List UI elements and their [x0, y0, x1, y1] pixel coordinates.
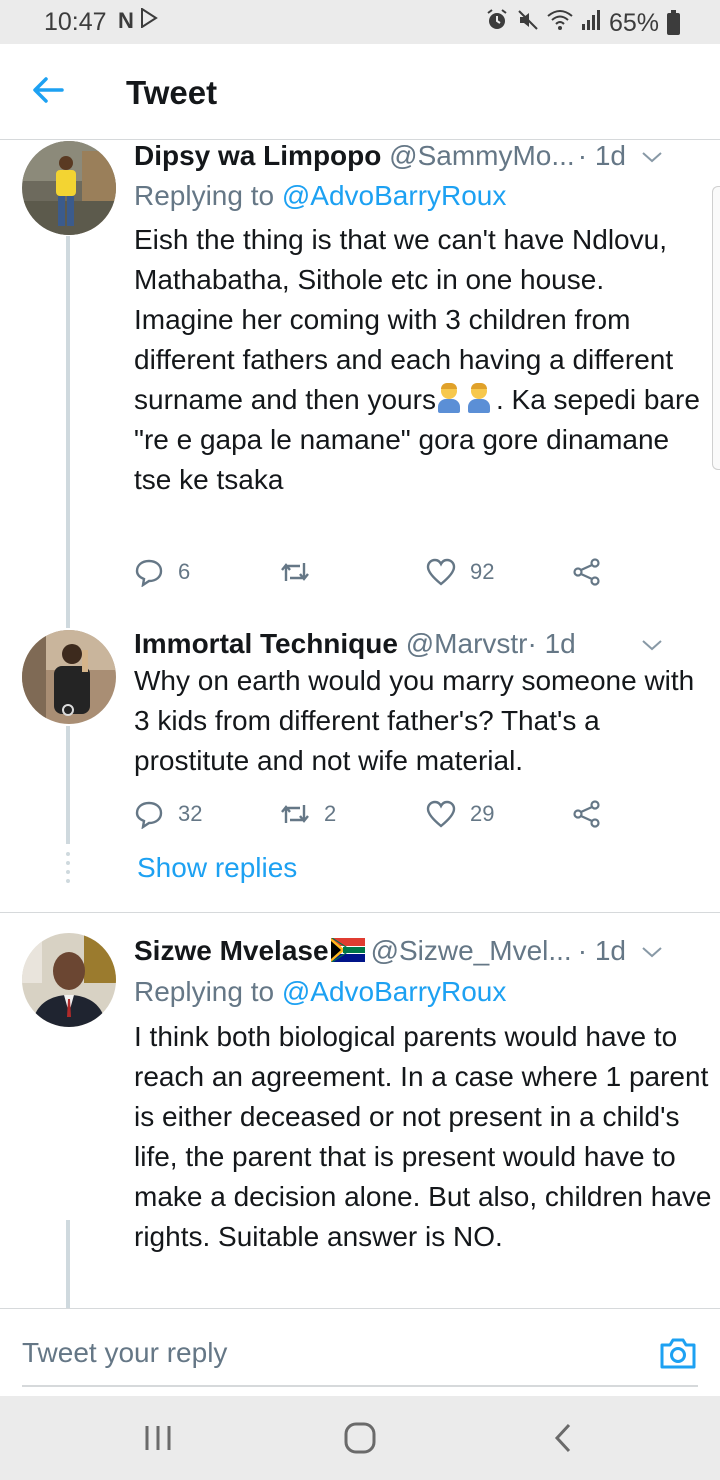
retweet-button[interactable] [280, 552, 324, 592]
battery-icon [667, 9, 680, 35]
divider [0, 912, 720, 913]
top-header: Tweet [0, 44, 720, 140]
man-shrugging-emoji [466, 383, 492, 413]
chevron-down-icon[interactable] [640, 144, 664, 168]
tweet-header: Immortal Technique @Marvstr· 1d [134, 628, 690, 662]
reply-count: 6 [178, 559, 191, 584]
system-nav-bar [0, 1396, 720, 1480]
arrow-left-icon[interactable] [28, 70, 68, 110]
show-replies-link[interactable]: Show replies [137, 852, 297, 884]
user-handle[interactable]: @SammyMo... [389, 140, 575, 171]
user-handle[interactable]: @Sizwe_Mvel... [371, 935, 572, 966]
reply-icon [135, 801, 163, 829]
netflix-n-icon: N [118, 8, 134, 33]
chevron-down-icon[interactable] [640, 632, 664, 656]
reply-input[interactable] [22, 1327, 642, 1379]
tweet-time: · 1d [577, 935, 626, 966]
chevron-down-icon[interactable] [640, 939, 664, 963]
share-button[interactable] [572, 552, 602, 592]
play-store-icon [140, 7, 158, 34]
reply-icon [135, 559, 163, 587]
like-button[interactable]: 92 [426, 552, 494, 592]
scrollbar[interactable] [712, 186, 720, 470]
like-count: 92 [470, 559, 495, 584]
thread-line [66, 236, 70, 628]
share-button[interactable] [572, 794, 602, 834]
replying-prefix: Replying to [134, 976, 282, 1007]
tweet-text: I think both biological parents would ha… [134, 1021, 712, 1252]
thread-line [66, 726, 70, 844]
tweet-time: · 1d [527, 628, 576, 659]
heart-icon [426, 800, 456, 828]
tweet-header: Dipsy wa Limpopo @SammyMo... · 1d [134, 140, 690, 174]
display-name[interactable]: Dipsy wa Limpopo [134, 140, 381, 171]
retweet-icon [281, 563, 309, 581]
alarm-icon [485, 8, 509, 39]
man-shrugging-emoji [436, 383, 462, 413]
mention-link[interactable]: @AdvoBarryRoux [282, 976, 507, 1007]
like-count: 29 [470, 801, 495, 826]
display-name[interactable]: Sizwe Mvelase [134, 935, 329, 966]
avatar[interactable] [22, 141, 116, 235]
reply-composer [0, 1308, 720, 1396]
input-underline [22, 1385, 698, 1387]
camera-icon[interactable] [658, 1333, 698, 1373]
replying-to: Replying to @AdvoBarryRoux [134, 180, 506, 212]
thread-line [66, 1220, 70, 1308]
avatar[interactable] [22, 933, 116, 1027]
tweet-text: Why on earth would you marry someone wit… [134, 665, 695, 776]
like-button[interactable]: 29 [426, 794, 494, 834]
home-icon[interactable] [342, 1420, 378, 1456]
share-icon [573, 558, 600, 586]
tweet-text: Eish the thing is that we can't have Ndl… [134, 220, 704, 500]
reply-count: 32 [178, 801, 203, 826]
tweet-actions: 6 92 [134, 552, 614, 592]
replying-prefix: Replying to [134, 180, 282, 211]
replying-to: Replying to @AdvoBarryRoux [134, 976, 506, 1008]
tweet-feed[interactable]: Dipsy wa Limpopo @SammyMo... · 1d Replyi… [0, 140, 720, 1308]
wifi-icon [547, 9, 573, 38]
signal-icon [581, 9, 601, 38]
reply-button[interactable]: 6 [134, 552, 190, 592]
reply-button[interactable]: 32 [134, 794, 202, 834]
back-icon[interactable] [546, 1420, 582, 1456]
tweet-actions: 32 2 29 [134, 794, 614, 834]
page-title: Tweet [126, 74, 218, 111]
status-bar: 10:47 N 65% [0, 0, 720, 44]
tweet-time: · 1d [577, 140, 626, 171]
display-name[interactable]: Immortal Technique [134, 628, 398, 659]
mute-icon [517, 9, 539, 38]
mention-link[interactable]: @AdvoBarryRoux [282, 180, 507, 211]
thread-dots [66, 852, 70, 888]
retweet-count: 2 [324, 801, 337, 826]
recent-apps-icon[interactable] [140, 1420, 176, 1456]
avatar[interactable] [22, 630, 116, 724]
heart-icon [426, 558, 456, 586]
share-icon [573, 800, 600, 828]
retweet-button[interactable]: 2 [280, 794, 336, 834]
battery-percent: 65% [608, 9, 659, 37]
tweet-header: Sizwe Mvelase @Sizwe_Mvel... · 1d [134, 935, 690, 969]
south-africa-flag-emoji [330, 937, 365, 969]
retweet-icon [281, 805, 309, 823]
user-handle[interactable]: @Marvstr [406, 628, 528, 659]
status-time: 10:47 [44, 8, 107, 36]
